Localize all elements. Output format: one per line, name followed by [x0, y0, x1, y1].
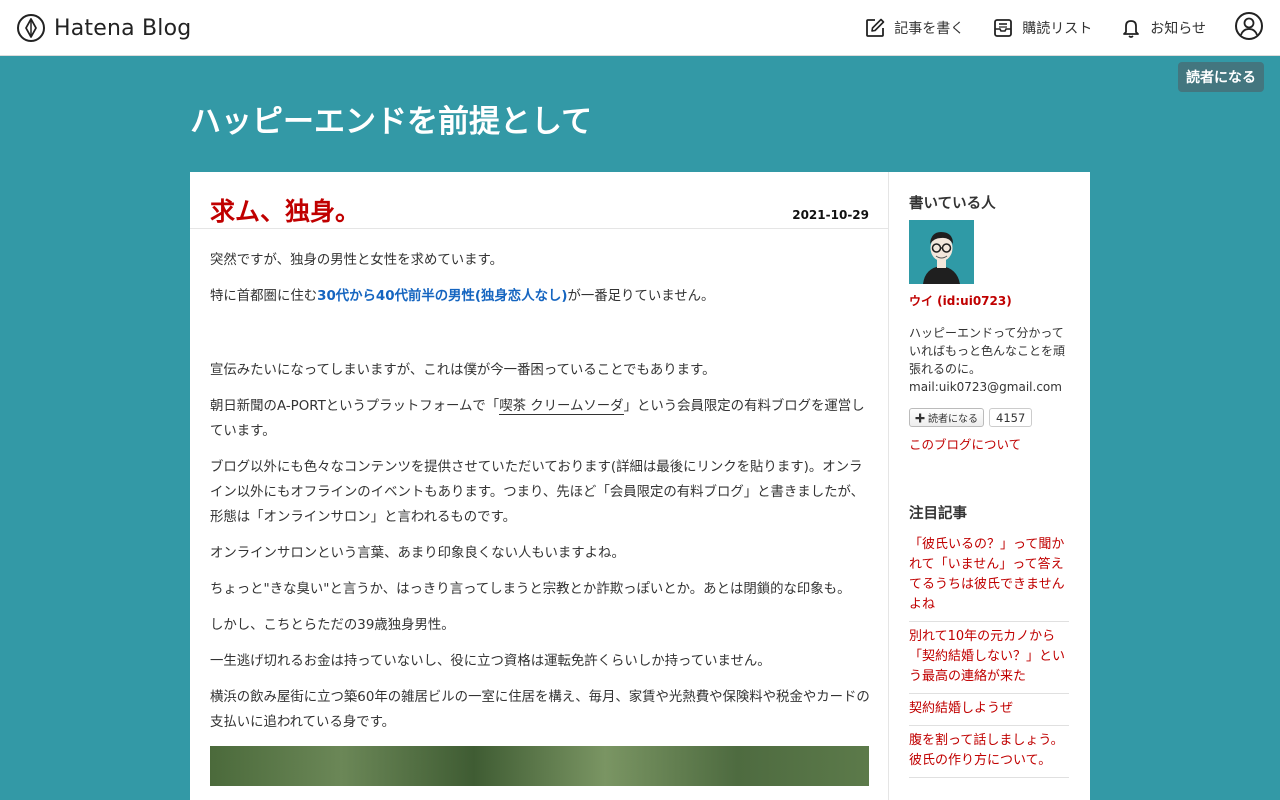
paragraph: 横浜の飲み屋街に立つ築60年の雑居ビルの一室に住居を構え、毎月、家賃や光熱費や保…	[210, 690, 870, 730]
pen-nib-icon	[17, 14, 45, 42]
subscribe-small-label: 読者になる	[928, 414, 978, 425]
notifications-label: お知らせ	[1150, 21, 1206, 37]
featured-item[interactable]: 契約結婚しようぜ	[909, 694, 1069, 726]
paragraph: ブログ以外にも色々なコンテンツを提供させていただいております(詳細は最後にリンク…	[210, 460, 864, 525]
author-email: mail:uik0723@gmail.com	[909, 380, 1062, 394]
plus-icon	[915, 413, 925, 422]
highlight-link[interactable]: 30代から40代前半の男性(独身恋人なし)	[317, 289, 567, 304]
author-avatar[interactable]	[909, 220, 974, 284]
about-blog-link[interactable]: このブログについて	[909, 434, 1021, 453]
user-menu-button[interactable]	[1234, 11, 1264, 45]
subscribe-button[interactable]: 読者になる	[1178, 62, 1264, 92]
user-avatar-icon	[1235, 12, 1263, 40]
entry-photo	[210, 746, 869, 786]
edit-icon	[866, 18, 885, 37]
reading-list-icon	[994, 19, 1013, 37]
featured-list: 「彼氏いるの？」って聞かれて「いません」って答えてるうちは彼氏できませんよね 別…	[909, 530, 1069, 778]
blog-title[interactable]: ハッピーエンドを前提として	[190, 96, 592, 141]
author-id-link[interactable]: ウイ (id:ui0723)	[909, 292, 1012, 309]
description-text: ハッピーエンドって分かっていればもっと色んなことを頑張れるのに。	[909, 326, 1066, 376]
entry-date[interactable]: 2021-10-29	[792, 208, 869, 222]
author-portrait-icon	[909, 220, 974, 284]
featured-heading: 注目記事	[909, 506, 967, 522]
write-article-label: 記事を書く	[894, 21, 965, 37]
featured-item[interactable]: 別れて10年の元カノから「契約結婚しない？」という最高の連絡が来た	[909, 622, 1069, 694]
hatena-blog-logo[interactable]: Hatena Blog	[16, 12, 191, 44]
featured-item[interactable]: 「彼氏いるの？」って聞かれて「いません」って答えてるうちは彼氏できませんよね	[909, 530, 1069, 622]
notifications-button[interactable]: お知らせ	[1120, 17, 1206, 39]
reading-list-label: 購読リスト	[1022, 21, 1093, 37]
text: 特に首都圏に住む	[210, 289, 318, 304]
keyword-link[interactable]: 喫茶 クリームソーダ	[499, 399, 624, 415]
author-description: ハッピーエンドって分かっていればもっと色んなことを頑張れるのに。 mail:ui…	[909, 324, 1071, 396]
paragraph: 特に首都圏に住む30代から40代前半の男性(独身恋人なし)が一番足りていません。	[210, 284, 870, 309]
entry-title[interactable]: 求ム、独身。	[210, 192, 360, 228]
top-nav: 記事を書く 購読リスト お知らせ	[836, 12, 1264, 44]
entry-header: 求ム、独身。 2021-10-29	[190, 172, 889, 229]
paragraph: 一生逃げ切れるお金は持っていないし、役に立つ資格は運転免許くらいしか持っていませ…	[210, 654, 771, 669]
paragraph: しかし、こちとらただの39歳独身男性。	[210, 618, 455, 633]
logo-text: Hatena Blog	[54, 15, 192, 41]
main-column: 求ム、独身。 2021-10-29 突然ですが、独身の男性と女性を求めています。…	[190, 172, 889, 800]
subscribe-small-button[interactable]: 読者になる	[909, 408, 984, 427]
featured-item[interactable]: 腹を割って話しましょう。彼氏の作り方について。	[909, 726, 1069, 778]
bell-icon	[1123, 20, 1140, 38]
text: 朝日新聞のA-PORTというプラットフォームで「	[210, 399, 500, 414]
top-bar: Hatena Blog 記事を書く 購読リスト お知らせ	[0, 0, 1280, 56]
subscriber-count: 4157	[989, 408, 1033, 427]
paragraph: 突然ですが、独身の男性と女性を求めています。	[210, 253, 503, 268]
content-wrapper: 求ム、独身。 2021-10-29 突然ですが、独身の男性と女性を求めています。…	[190, 172, 1090, 800]
paragraph: オンラインサロンという言葉、あまり印象良くない人もいますよね。	[210, 546, 625, 561]
paragraph: 宣伝みたいになってしまいますが、これは僕が今一番困っていることでもあります。	[210, 363, 716, 378]
subscribe-widget: 読者になる 4157	[909, 408, 1033, 427]
author-heading: 書いている人	[909, 196, 996, 212]
text: が一番足りていません。	[567, 289, 715, 304]
reading-list-button[interactable]: 購読リスト	[992, 17, 1092, 39]
paragraph: 朝日新聞のA-PORTというプラットフォームで「喫茶 クリームソーダ」という会員…	[210, 394, 870, 444]
paragraph: ちょっと"きな臭い"と言うか、はっきり言ってしまうと宗教とか詐欺っぽいとか。あと…	[210, 582, 851, 597]
entry-body: 突然ですが、独身の男性と女性を求めています。 特に首都圏に住む30代から40代前…	[210, 248, 870, 786]
write-article-button[interactable]: 記事を書く	[864, 17, 964, 39]
